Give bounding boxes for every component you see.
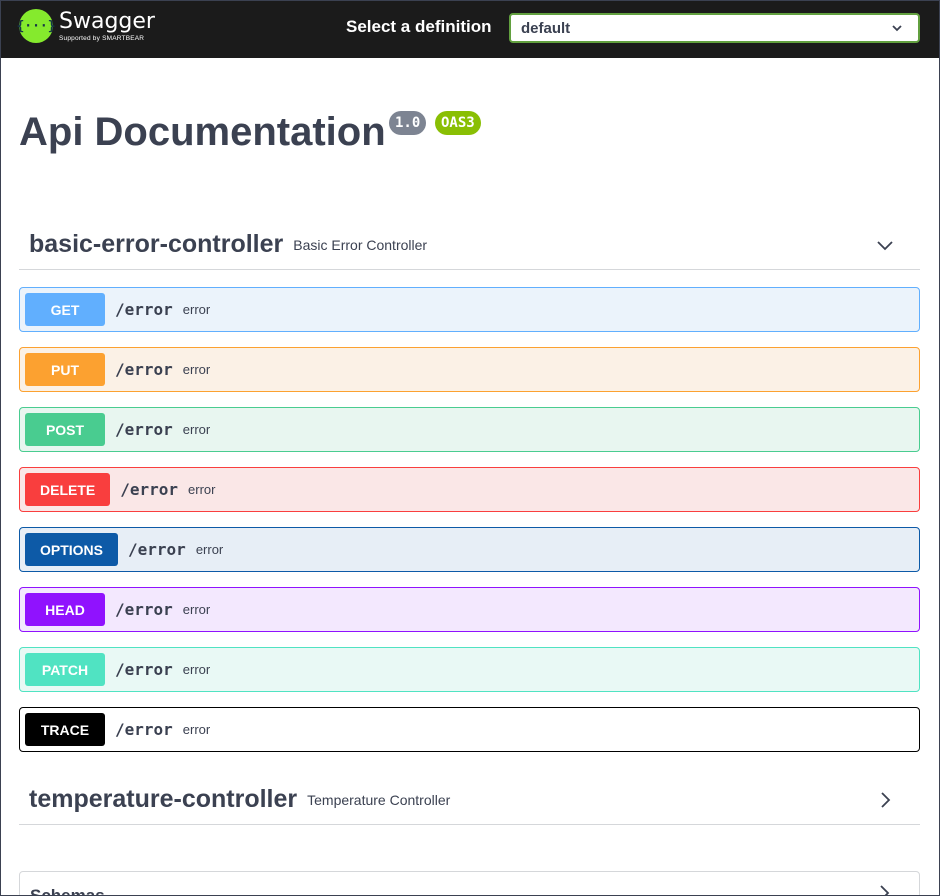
operation-row-put[interactable]: PUT/error error xyxy=(19,347,920,392)
tag-temperature-controller[interactable]: temperature-controller Temperature Contr… xyxy=(19,775,920,825)
method-badge: POST xyxy=(25,413,105,446)
operation-summary: error xyxy=(188,482,216,497)
method-badge: GET xyxy=(25,293,105,326)
logo-title: Swagger xyxy=(59,9,155,34)
chevron-down-icon xyxy=(892,25,902,32)
operation-path: /error xyxy=(115,600,173,619)
operation-path: /error xyxy=(115,300,173,319)
operation-row-patch[interactable]: PATCH/error error xyxy=(19,647,920,692)
operation-summary: error xyxy=(195,542,224,557)
operation-row-post[interactable]: POST/error error xyxy=(19,407,920,452)
operation-path: /error xyxy=(115,660,173,679)
chevron-down-icon xyxy=(877,241,893,251)
method-badge: PUT xyxy=(25,353,105,386)
definition-select-value: default xyxy=(521,19,571,37)
method-badge: DELETE xyxy=(25,473,111,506)
operation-summary: error xyxy=(182,362,211,377)
method-badge: HEAD xyxy=(25,593,105,626)
operation-path: /error xyxy=(120,480,179,499)
tag-name: temperature-controller xyxy=(29,785,298,813)
swagger-logo-icon: {···} xyxy=(16,9,56,43)
oas-badge: OAS3 xyxy=(435,111,481,135)
tag-name: basic-error-controller xyxy=(29,230,284,258)
definition-select[interactable]: default xyxy=(509,13,920,43)
operation-summary: error xyxy=(182,662,211,677)
tag-basic-error-controller[interactable]: basic-error-controller Basic Error Contr… xyxy=(19,220,920,270)
operation-row-delete[interactable]: DELETE/error error xyxy=(19,467,920,512)
chevron-right-icon xyxy=(880,885,890,896)
operation-path: /error xyxy=(115,420,173,439)
top-bar: {···} Swagger Supported by SMARTBEAR Sel… xyxy=(0,0,940,58)
tag-description: Temperature Controller xyxy=(307,791,451,808)
operation-summary: error xyxy=(182,602,211,617)
method-badge: PATCH xyxy=(25,653,105,686)
operation-path: /error xyxy=(115,720,173,739)
schemas-label: Schemas xyxy=(30,886,105,896)
operation-row-trace[interactable]: TRACE/error error xyxy=(19,707,920,752)
operation-path: /error xyxy=(128,540,186,559)
tag-description: Basic Error Controller xyxy=(293,236,428,253)
operation-summary: error xyxy=(182,722,211,737)
schemas-section[interactable]: Schemas xyxy=(19,871,920,896)
chevron-right-icon xyxy=(881,792,891,808)
version-badge: 1.0 xyxy=(389,111,427,135)
operation-row-options[interactable]: OPTIONS/error error xyxy=(19,527,920,572)
operation-row-get[interactable]: GET/error error xyxy=(19,287,920,332)
definition-label: Select a definition xyxy=(346,17,492,36)
operation-summary: error xyxy=(182,302,211,317)
operation-path: /error xyxy=(115,360,173,379)
method-badge: TRACE xyxy=(25,713,105,746)
page-title: Api Documentation xyxy=(19,110,386,154)
operation-row-head[interactable]: HEAD/error error xyxy=(19,587,920,632)
method-badge: OPTIONS xyxy=(25,533,119,566)
logo-subtitle: Supported by SMARTBEAR xyxy=(59,35,145,42)
operation-summary: error xyxy=(182,422,211,437)
swagger-logo[interactable]: {···} Swagger Supported by SMARTBEAR xyxy=(16,9,155,43)
